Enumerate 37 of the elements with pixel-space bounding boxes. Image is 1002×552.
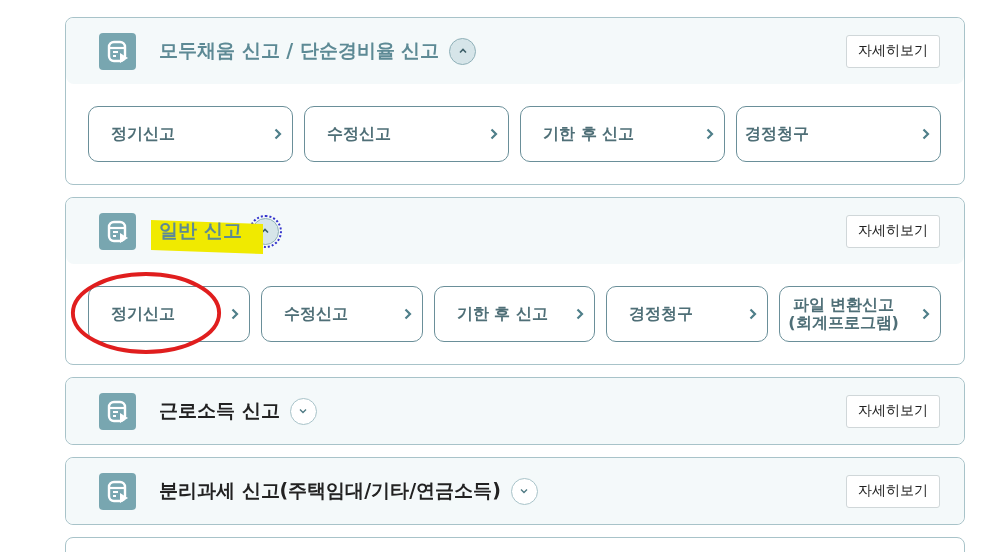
chevron-up-icon: [260, 226, 271, 236]
expand-toggle[interactable]: [289, 397, 317, 425]
filing-option-button[interactable]: 기한 후 신고: [520, 106, 725, 162]
chevron-right-icon: [749, 308, 758, 320]
details-button[interactable]: 자세히보기: [846, 394, 940, 428]
chevron-right-icon: [490, 128, 498, 140]
chevron-down-icon: [298, 406, 309, 416]
section-title: 모두채움 신고 / 단순경비율 신고: [159, 39, 440, 61]
chevron-right-icon: [922, 128, 930, 140]
section-title: 근로소득 신고: [159, 399, 280, 421]
details-button[interactable]: 자세히보기: [846, 34, 940, 68]
filing-option-button[interactable]: 수정신고: [260, 286, 423, 342]
filing-option-button[interactable]: 기한 후 신고: [433, 286, 596, 342]
chevron-right-icon: [922, 308, 930, 320]
filing-option-button[interactable]: 수정신고: [304, 106, 509, 162]
document-icon: [99, 472, 136, 510]
chevron-right-icon: [706, 128, 714, 140]
chevron-up-icon: [457, 46, 468, 56]
document-icon: [99, 392, 136, 430]
filing-option-button[interactable]: 파일 변환신고 (회계프로그램): [779, 286, 941, 342]
section-title: 일반 신고: [159, 219, 242, 241]
expand-toggle[interactable]: [510, 477, 538, 505]
collapse-toggle[interactable]: [449, 37, 477, 65]
section-title: 분리과세 신고(주택임대/기타/연금소득): [159, 479, 501, 501]
chevron-right-icon: [230, 308, 239, 320]
filing-option-button[interactable]: 경정청구: [736, 106, 941, 162]
chevron-right-icon: [576, 308, 585, 320]
filing-option-button[interactable]: 경정청구: [606, 286, 769, 342]
details-button[interactable]: 자세히보기: [846, 474, 940, 508]
filing-option-button[interactable]: 정기신고: [88, 286, 250, 342]
filing-option-button[interactable]: 정기신고: [88, 106, 293, 162]
details-button[interactable]: 자세히보기: [846, 214, 940, 248]
chevron-right-icon: [274, 128, 282, 140]
chevron-down-icon: [519, 486, 530, 496]
document-icon: [99, 212, 136, 250]
document-icon: [99, 32, 136, 70]
chevron-right-icon: [403, 308, 412, 320]
